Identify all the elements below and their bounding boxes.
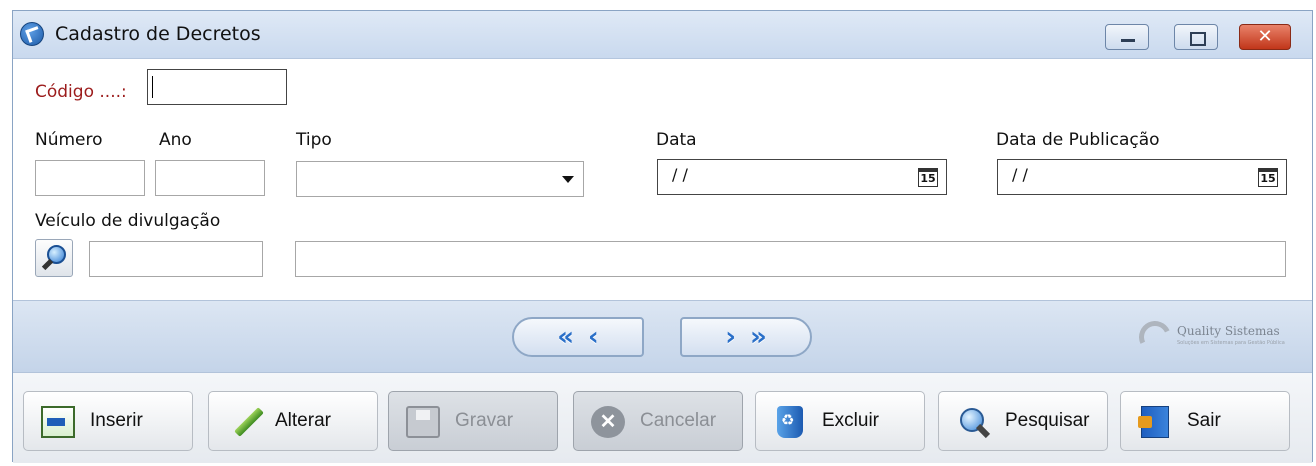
decretos-window: Cadastro de Decretos ✕ Código ....: Núme… (12, 10, 1313, 463)
sair-label: Sair (1187, 410, 1221, 431)
data-publicacao-value: / / (1012, 165, 1028, 184)
veiculo-label: Veículo de divulgação (35, 211, 221, 231)
recycle-bin-icon (777, 406, 803, 438)
alterar-label: Alterar (275, 410, 331, 431)
data-label: Data (656, 130, 697, 150)
data-publicacao-label: Data de Publicação (996, 130, 1160, 150)
next-record-icon[interactable]: › (725, 322, 736, 352)
chevron-down-icon[interactable] (553, 162, 583, 196)
inserir-button[interactable]: Inserir (23, 391, 193, 451)
ano-label: Ano (159, 130, 192, 150)
calendar-icon[interactable]: 15 (1258, 168, 1278, 187)
excluir-button[interactable]: Excluir (755, 391, 925, 451)
pesquisar-button[interactable]: Pesquisar (938, 391, 1108, 451)
brand-tagline: Soluções em Sistemas para Gestão Pública (1177, 340, 1285, 346)
gravar-button[interactable]: Gravar (388, 391, 558, 451)
cancelar-label: Cancelar (640, 410, 717, 431)
brand-logo: Quality Sistemas Soluções em Sistemas pa… (1134, 316, 1309, 358)
title-bar: Cadastro de Decretos ✕ (13, 11, 1312, 59)
excluir-label: Excluir (822, 410, 880, 431)
gravar-label: Gravar (455, 410, 514, 431)
alterar-button[interactable]: Alterar (208, 391, 378, 451)
record-navigation-bar: « ‹ › » Quality Sistemas Soluções em Sis… (13, 300, 1312, 373)
app-logo-icon (20, 22, 44, 46)
sair-button[interactable]: Sair (1120, 391, 1290, 451)
text-caret (152, 76, 153, 98)
nav-forward-group: › » (680, 317, 812, 357)
first-record-icon[interactable]: « (557, 322, 574, 352)
insert-icon (41, 406, 75, 438)
window-title: Cadastro de Decretos (55, 23, 261, 45)
veiculo-search-button[interactable] (35, 239, 73, 277)
quality-logo-icon (1134, 316, 1176, 358)
search-icon (956, 406, 990, 438)
previous-record-icon[interactable]: ‹ (588, 322, 599, 352)
floppy-disk-icon (406, 406, 440, 438)
numero-field[interactable] (35, 160, 145, 196)
data-publicacao-field[interactable]: / / 15 (997, 159, 1287, 195)
action-toolbar: Inserir Alterar Gravar Cancelar Excluir … (13, 373, 1312, 463)
pesquisar-label: Pesquisar (1005, 410, 1090, 431)
veiculo-description-field[interactable] (295, 241, 1286, 277)
minimize-button[interactable] (1105, 24, 1149, 50)
brand-name: Quality Sistemas (1177, 324, 1280, 338)
magnifier-handle (41, 258, 54, 271)
numero-label: Número (35, 130, 103, 150)
tipo-label: Tipo (296, 130, 332, 150)
tipo-select[interactable] (296, 161, 584, 197)
cancelar-button[interactable]: Cancelar (573, 391, 743, 451)
data-value: / / (672, 165, 688, 184)
veiculo-code-field[interactable] (89, 241, 263, 277)
close-icon: ✕ (1257, 26, 1273, 47)
exit-door-icon (1138, 406, 1169, 438)
maximize-button[interactable] (1174, 24, 1218, 50)
data-field[interactable]: / / 15 (657, 159, 947, 195)
pencil-icon (226, 406, 260, 438)
nav-back-group: « ‹ (512, 317, 644, 357)
close-button[interactable]: ✕ (1239, 24, 1291, 50)
calendar-icon[interactable]: 15 (918, 168, 938, 187)
codigo-label: Código ....: (35, 82, 127, 102)
last-record-icon[interactable]: » (750, 322, 767, 352)
ano-field[interactable] (155, 160, 265, 196)
cancel-icon (591, 406, 625, 438)
codigo-field[interactable] (147, 69, 287, 105)
decreto-form: Código ....: Número Ano Tipo Data / / 15… (13, 59, 1312, 300)
inserir-label: Inserir (90, 410, 143, 431)
